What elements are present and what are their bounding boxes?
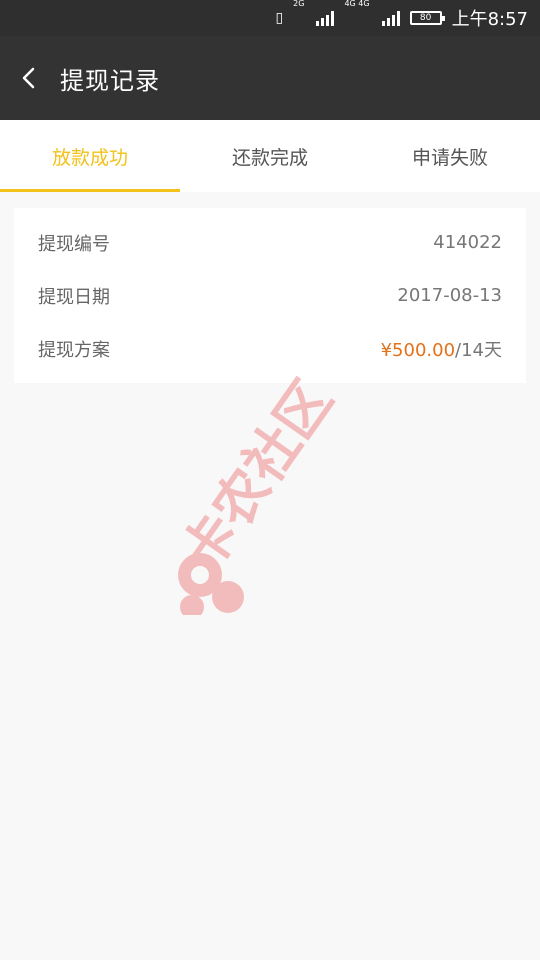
network-type-2: 4G 4G	[344, 0, 370, 8]
signal-icon-2	[381, 10, 400, 26]
page-title: 提现记录	[60, 66, 160, 95]
watermark-logo-icon	[178, 553, 244, 619]
app-bar: 提现记录	[0, 36, 540, 120]
record-date-value: 2017-08-13	[397, 285, 502, 306]
record-plan-row: 提现方案 ¥500.00/14天	[38, 322, 502, 375]
plan-amount: ¥500.00	[380, 339, 456, 361]
tab-application-failed[interactable]: 申请失败	[360, 120, 540, 192]
watermark-text: 卡农社区	[170, 369, 345, 582]
network-type-1: 2G	[293, 0, 305, 8]
back-arrow-icon[interactable]	[18, 65, 44, 91]
record-date-row: 提现日期 2017-08-13	[38, 269, 502, 322]
battery-icon: 80	[409, 11, 445, 25]
record-id-value: 414022	[433, 232, 502, 253]
record-plan-label: 提现方案	[38, 339, 110, 361]
record-id-label: 提现编号	[38, 233, 110, 255]
tab-loan-success[interactable]: 放款成功	[0, 120, 180, 192]
clock: 上午8:57	[451, 9, 528, 30]
watermark: 卡农社区	[169, 345, 370, 619]
record-card[interactable]: 提现编号 414022 提现日期 2017-08-13 提现方案 ¥500.00…	[14, 208, 526, 383]
signal-icon	[316, 10, 335, 26]
record-plan-value: ¥500.00/14天	[381, 336, 502, 362]
vibrate-icon: ▯	[275, 10, 284, 26]
record-date-label: 提现日期	[38, 286, 110, 308]
tab-repayment-complete[interactable]: 还款完成	[180, 120, 360, 192]
plan-term: /14天	[455, 339, 502, 361]
record-id-row: 提现编号 414022	[38, 216, 502, 269]
tab-bar: 放款成功 还款完成 申请失败	[0, 120, 540, 192]
status-bar: ▯ 2G 4G 4G 80 上午8:57	[0, 0, 540, 36]
